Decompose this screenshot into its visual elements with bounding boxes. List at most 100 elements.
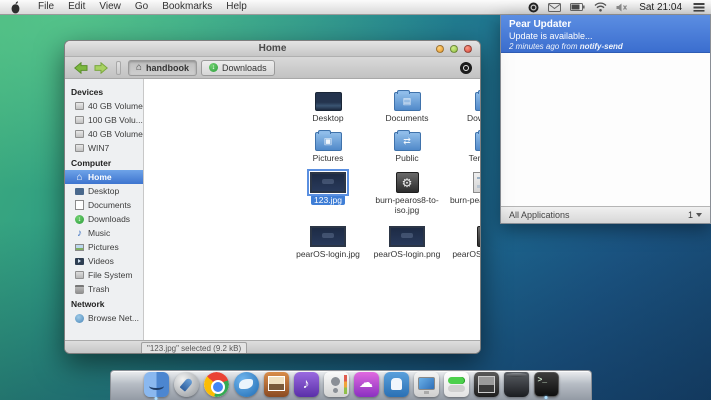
notification-center-icon[interactable] [693, 2, 705, 12]
menu-edit[interactable]: Edit [61, 0, 92, 14]
sidebar-item-downloads[interactable]: Downloads [65, 212, 143, 226]
selection-status: "123.jpg" selected (9.2 kB) [141, 342, 247, 353]
drive-icon [75, 130, 84, 138]
dock-contacts-icon[interactable] [324, 372, 349, 397]
file-burn-pearos8-to-iso[interactable]: burn-pearos8-to-iso.jpg [367, 167, 447, 215]
menu-view[interactable]: View [92, 0, 128, 14]
sidebar: Devices 40 GB Volume 100 GB Volu... 40 G… [65, 79, 144, 340]
search-icon[interactable] [460, 62, 472, 74]
window-controls [436, 45, 472, 53]
desktop-icon [75, 188, 84, 195]
running-indicator [545, 396, 548, 399]
file-desktop[interactable]: Desktop [288, 85, 368, 123]
menu-file[interactable]: File [31, 0, 61, 14]
image-thumbnail [477, 226, 482, 247]
file-pictures[interactable]: Pictures [288, 125, 368, 163]
dock-displays-icon[interactable] [414, 372, 439, 397]
minimize-button[interactable] [436, 45, 444, 53]
notification-meta-time: 2 minutes ago from [509, 42, 580, 51]
dock-launcher-icon[interactable] [174, 372, 199, 397]
file-templates[interactable]: Templates [448, 125, 481, 163]
home-icon [136, 62, 142, 73]
dock-image-viewer-icon[interactable] [474, 372, 499, 397]
document-emblem-icon [403, 97, 412, 106]
file-label: Desktop [312, 113, 343, 123]
notification-panel: Pear Updater Update is available... 2 mi… [500, 15, 711, 224]
dock-file-manager-icon[interactable] [144, 372, 169, 397]
image-thumbnail [389, 226, 425, 247]
folder-icon [394, 92, 421, 111]
battery-icon[interactable] [570, 3, 585, 11]
notification-card[interactable]: Pear Updater Update is available... 2 mi… [501, 15, 710, 53]
toolbar-separator [116, 61, 121, 75]
file-public[interactable]: Public [367, 125, 447, 163]
file-burn-pearos-usb[interactable]: burn-pearos-usb.jpg [448, 167, 481, 205]
trash-icon [75, 285, 84, 294]
dock: >_ [110, 370, 592, 400]
menu-help[interactable]: Help [219, 0, 254, 14]
file-label: Templates [469, 153, 481, 163]
notification-count-dropdown[interactable]: 1 [688, 210, 702, 220]
sidebar-item-trash[interactable]: Trash [65, 282, 143, 296]
forward-button[interactable] [93, 61, 109, 75]
dock-music-icon[interactable] [294, 372, 319, 397]
dock-terminal-icon[interactable]: >_ [534, 372, 559, 397]
dock-hand-app-icon[interactable] [384, 372, 409, 397]
sidebar-item-40gb-volume-2[interactable]: 40 GB Volume [65, 127, 143, 141]
sidebar-item-label: 40 GB Volume [88, 101, 143, 111]
sidebar-item-documents[interactable]: Documents [65, 198, 143, 212]
file-label: burn-pearos8-to-iso.jpg [375, 195, 438, 215]
notification-title: Pear Updater [509, 19, 702, 30]
file-pearos-screen-jpg[interactable]: pearOS-screen.jpg [448, 221, 481, 259]
breadcrumb-label: Downloads [222, 63, 267, 73]
window-toolbar: handbook Downloads [65, 57, 480, 79]
sidebar-item-file-system[interactable]: File System [65, 268, 143, 282]
mail-icon[interactable] [548, 3, 561, 12]
sidebar-item-40gb-volume[interactable]: 40 GB Volume [65, 99, 143, 113]
maximize-button[interactable] [450, 45, 458, 53]
menubar-clock[interactable]: Sat 21:04 [639, 2, 682, 13]
pear-logo-icon[interactable] [10, 1, 21, 14]
video-icon [75, 258, 84, 265]
all-applications-label[interactable]: All Applications [509, 210, 570, 220]
download-icon [75, 215, 84, 224]
breadcrumb-downloads[interactable]: Downloads [201, 60, 275, 76]
dock-photos-icon[interactable] [264, 372, 289, 397]
menu-go[interactable]: Go [128, 0, 155, 14]
file-pearos-login-jpg[interactable]: pearOS-login.jpg [288, 221, 368, 259]
sidebar-item-videos[interactable]: Videos [65, 254, 143, 268]
file-label: burn-pearos-usb.jpg [450, 195, 481, 205]
dock-cloud-icon[interactable] [354, 372, 379, 397]
dock-chrome-icon[interactable] [204, 372, 229, 397]
file-label: pearOS-screen.jpg [452, 249, 481, 259]
sidebar-item-browse-network[interactable]: Browse Net... [65, 311, 143, 325]
back-button[interactable] [73, 61, 89, 75]
menu-bookmarks[interactable]: Bookmarks [155, 0, 219, 14]
dock-preferences-icon[interactable] [444, 372, 469, 397]
sidebar-item-home[interactable]: Home [65, 170, 143, 184]
breadcrumb-handbook[interactable]: handbook [128, 60, 197, 76]
sidebar-item-pictures[interactable]: Pictures [65, 240, 143, 254]
sidebar-item-label: Downloads [88, 214, 130, 224]
file-documents[interactable]: Documents [367, 85, 447, 123]
sidebar-item-100gb-volume[interactable]: 100 GB Volu... [65, 113, 143, 127]
document-icon [75, 200, 84, 210]
dock-thunderbird-icon[interactable] [234, 372, 259, 397]
file-manager-window: Home handbook Downloads Devices 40 GB Vo… [64, 40, 481, 354]
file-downloads[interactable]: Downloads [448, 85, 481, 123]
file-pearos-login-png[interactable]: pearOS-login.png [367, 221, 447, 259]
sidebar-item-music[interactable]: Music [65, 226, 143, 240]
updater-status-icon[interactable] [528, 2, 539, 13]
dock-trash-icon[interactable] [504, 372, 529, 397]
close-button[interactable] [464, 45, 472, 53]
picture-icon [75, 244, 84, 251]
drive-icon [75, 144, 84, 152]
sidebar-item-win7[interactable]: WIN7 [65, 141, 143, 155]
volume-muted-icon[interactable] [616, 3, 628, 12]
window-titlebar[interactable]: Home [65, 41, 480, 57]
sidebar-item-desktop[interactable]: Desktop [65, 184, 143, 198]
sidebar-item-label: WIN7 [88, 143, 109, 153]
wifi-icon[interactable] [594, 2, 607, 12]
sidebar-header-devices: Devices [65, 84, 143, 99]
file-123-jpg[interactable]: 123.jpg [288, 167, 368, 205]
